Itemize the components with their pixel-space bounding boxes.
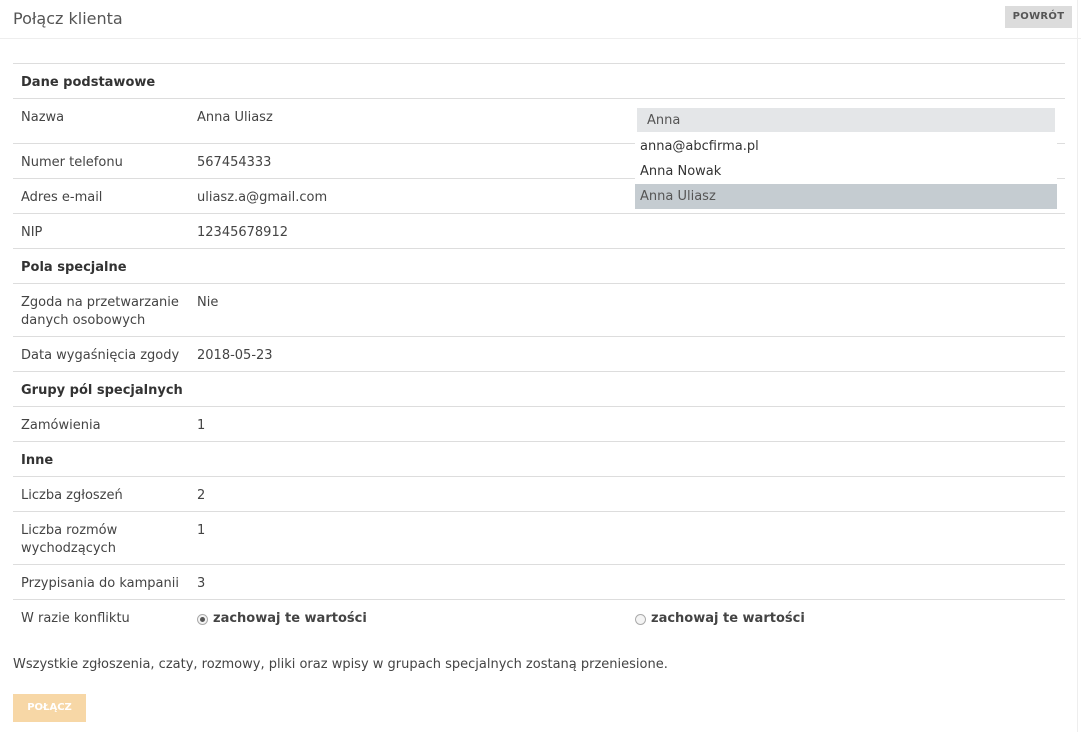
field-label: Numer telefonu <box>21 155 123 170</box>
conflict-option-left[interactable]: zachowaj te wartości <box>197 610 367 628</box>
field-label: Liczba rozmów wychodzących <box>21 523 118 556</box>
page-title: Połącz klienta <box>13 9 123 28</box>
client-search-input[interactable] <box>637 108 1055 132</box>
field-label: W razie konfliktu <box>21 611 130 626</box>
page-header: Połącz klienta POWRÓT <box>0 0 1081 39</box>
search-results-list: anna@abcfirma.pl Anna Nowak Anna Uliasz <box>635 134 1057 209</box>
conflict-option-right[interactable]: zachowaj te wartości <box>635 610 805 628</box>
client-search-combobox[interactable]: anna@abcfirma.pl Anna Nowak Anna Uliasz <box>635 108 1057 209</box>
table-row: Zgoda na przetwarzanie danych osobowych … <box>13 284 1065 337</box>
radio-button[interactable] <box>635 613 646 625</box>
merge-info-note: Wszystkie zgłoszenia, czaty, rozmowy, pl… <box>13 657 668 672</box>
field-value: 567454333 <box>197 155 272 170</box>
field-label: Nazwa <box>21 110 65 125</box>
section-header-special-groups: Grupy pól specjalnych <box>13 372 1065 407</box>
field-value: 1 <box>197 418 206 433</box>
field-label: Zamówienia <box>21 418 101 433</box>
table-row: Zamówienia 1 <box>13 407 1065 442</box>
radio-label: zachowaj te wartości <box>651 611 805 626</box>
table-row: NIP 12345678912 <box>13 214 1065 249</box>
field-value: 3 <box>197 576 206 591</box>
field-label: Data wygaśnięcia zgody <box>21 348 180 363</box>
table-row: Data wygaśnięcia zgody 2018-05-23 <box>13 337 1065 372</box>
field-value: Nie <box>197 295 219 310</box>
search-result-item[interactable]: anna@abcfirma.pl <box>635 134 1057 159</box>
section-title: Inne <box>21 453 54 468</box>
field-label: NIP <box>21 225 43 240</box>
section-title: Dane podstawowe <box>21 75 156 90</box>
back-button[interactable]: POWRÓT <box>1005 6 1072 28</box>
radio-label: zachowaj te wartości <box>213 611 367 626</box>
field-value: 2 <box>197 488 206 503</box>
search-result-item[interactable]: Anna Nowak <box>635 159 1057 184</box>
field-value: uliasz.a@gmail.com <box>197 190 328 205</box>
field-label: Przypisania do kampanii <box>21 576 179 591</box>
field-label: Liczba zgłoszeń <box>21 488 123 503</box>
field-label: Zgoda na przetwarzanie danych osobowych <box>21 295 179 328</box>
section-header-basic: Dane podstawowe <box>13 64 1065 99</box>
radio-button-checked[interactable] <box>197 613 208 625</box>
table-row: Liczba zgłoszeń 2 <box>13 477 1065 512</box>
connect-button[interactable]: POŁĄCZ <box>13 694 86 722</box>
conflict-row: W razie konfliktu zachowaj te wartości z… <box>13 600 1065 635</box>
field-value: Anna Uliasz <box>197 110 273 125</box>
field-value: 2018-05-23 <box>197 348 273 363</box>
section-title: Pola specjalne <box>21 260 127 275</box>
section-title: Grupy pól specjalnych <box>21 383 183 398</box>
field-label: Adres e-mail <box>21 190 103 205</box>
section-header-other: Inne <box>13 442 1065 477</box>
page-divider <box>1077 0 1078 732</box>
table-row: Przypisania do kampanii 3 <box>13 565 1065 600</box>
table-row: Liczba rozmów wychodzących 1 <box>13 512 1065 565</box>
search-result-item-selected[interactable]: Anna Uliasz <box>635 184 1057 209</box>
field-value: 12345678912 <box>197 225 288 240</box>
section-header-special: Pola specjalne <box>13 249 1065 284</box>
field-value: 1 <box>197 523 206 538</box>
